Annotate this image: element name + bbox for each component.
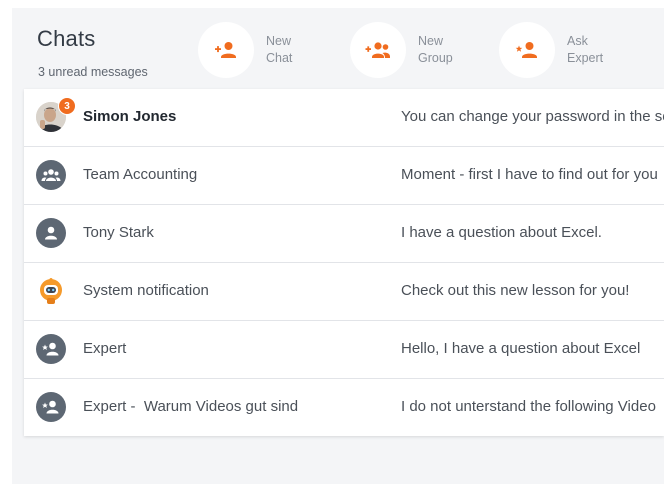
chat-row[interactable]: Expert Hello, I have a question about Ex… [24, 321, 664, 379]
new-group-label: New Group [418, 34, 453, 65]
ask-expert-button[interactable]: Ask Expert [499, 21, 627, 79]
expert-icon [36, 392, 66, 422]
group-icon [36, 160, 66, 190]
chat-row[interactable]: 3 Simon Jones You can change your passwo… [24, 89, 664, 147]
chats-header: Chats 3 unread messages New Chat New Gro… [12, 8, 664, 96]
new-chat-label: New Chat [266, 34, 293, 65]
new-group-button[interactable]: New Group [350, 21, 478, 79]
add-group-icon [350, 22, 406, 78]
chat-row[interactable]: System notification Check out this new l… [24, 263, 664, 321]
chat-row[interactable]: Team Accounting Moment - first I have to… [24, 147, 664, 205]
robot-icon [36, 276, 66, 306]
unread-count: 3 unread messages [38, 65, 148, 79]
person-icon [36, 218, 66, 248]
chat-name: Expert - Warum Videos gut sind [83, 398, 299, 415]
ask-expert-icon [499, 22, 555, 78]
avatar: 3 [36, 97, 76, 132]
ask-expert-label: Ask Expert [567, 34, 604, 65]
add-person-icon [198, 22, 254, 78]
page-title: Chats [37, 26, 96, 51]
new-chat-button[interactable]: New Chat [198, 21, 326, 79]
chat-name: System notification [83, 282, 209, 299]
chat-name: Team Accounting [83, 166, 198, 183]
chat-preview: I do not unterstand the following Video [401, 398, 656, 415]
chat-name: Tony Stark [83, 224, 154, 241]
expert-icon [36, 334, 66, 364]
chat-list: 3 Simon Jones You can change your passwo… [24, 89, 664, 436]
chat-preview: Hello, I have a question about Excel [401, 340, 641, 357]
chat-name: Simon Jones [83, 108, 177, 125]
chat-name: Expert [83, 340, 127, 357]
chat-preview: I have a question about Excel. [401, 224, 602, 241]
chat-row[interactable]: Expert - Warum Videos gut sind I do not … [24, 379, 664, 436]
chat-preview: Moment - first I have to find out for yo… [401, 166, 658, 183]
chat-preview: Check out this new lesson for you! [401, 282, 630, 299]
chat-row[interactable]: Tony Stark I have a question about Excel… [24, 205, 664, 263]
chat-preview: You can change your password in the sett… [401, 108, 664, 125]
unread-badge: 3 [58, 97, 76, 115]
